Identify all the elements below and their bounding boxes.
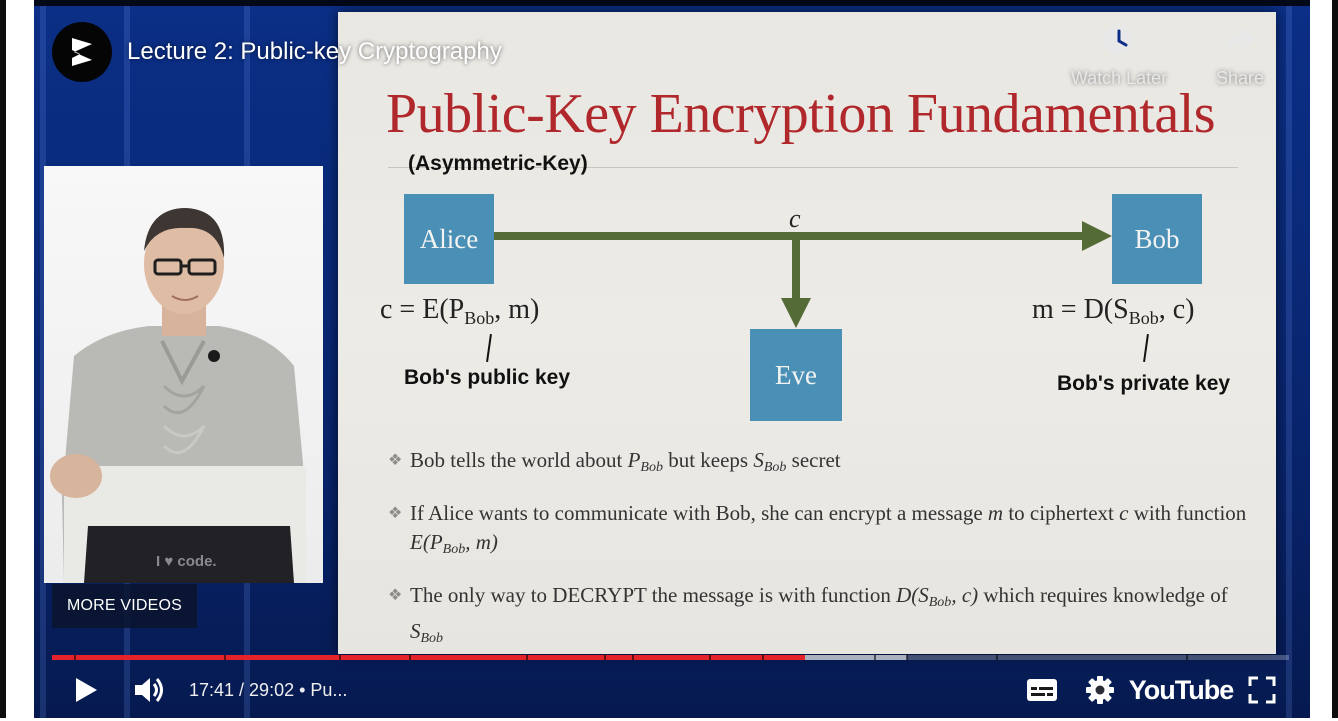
bullet-item: ❖ Bob tells the world about PBob but kee… (388, 448, 841, 475)
settings-button[interactable] (1082, 672, 1118, 708)
progress-bar[interactable] (52, 655, 1289, 660)
fullscreen-button[interactable] (1244, 672, 1280, 708)
ciphertext-label: c (789, 204, 801, 233)
watch-later-label: Watch Later (1070, 68, 1168, 88)
play-icon (76, 678, 97, 702)
eve-node: Eve (750, 329, 842, 421)
more-videos-button[interactable]: MORE VIDEOS (52, 584, 197, 628)
page-left-margin (0, 0, 34, 721)
bullet-marker-icon: ❖ (388, 587, 403, 604)
play-button[interactable] (66, 672, 106, 708)
slide-bullet-list: ❖ Bob tells the world about PBob but kee… (388, 446, 1248, 670)
encrypt-formula: c = E(PBob, m) (380, 294, 540, 328)
watch-later-button[interactable]: Watch Later (1062, 20, 1176, 89)
presenter-figure: I ♥ code. (50, 208, 306, 583)
subtitles-button[interactable] (1022, 674, 1062, 706)
clock-icon (1102, 20, 1136, 60)
time-display: 17:41 / 29:02 • Pu... (189, 680, 348, 700)
page-right-margin (1310, 0, 1338, 721)
video-player[interactable]: Public-Key Encryption Fundamentals (Asym… (0, 0, 1338, 721)
volume-button[interactable] (130, 672, 170, 708)
progress-played (52, 655, 806, 660)
bullet-marker-icon: ❖ (388, 505, 403, 522)
bob-node: Bob (1112, 194, 1202, 284)
share-arrow-icon (1223, 20, 1257, 60)
channel-logo-icon[interactable] (52, 22, 112, 82)
bullet-item: ❖ The only way to DECRYPT the message is… (388, 583, 1228, 646)
private-key-annotation: Bob's private key (1057, 372, 1231, 395)
bullet-marker-icon: ❖ (388, 452, 403, 469)
decrypt-formula: m = D(SBob, c) (1032, 294, 1195, 328)
presenter-camera-view: I ♥ code. (44, 166, 323, 583)
share-button[interactable]: Share (1208, 20, 1272, 89)
settings-gear-icon (1086, 676, 1114, 704)
video-title-link[interactable]: Lecture 2: Public-key Cryptography (127, 38, 502, 66)
lecture-slide: Public-Key Encryption Fundamentals (Asym… (338, 12, 1276, 654)
volume-icon (135, 678, 163, 702)
public-key-annotation: Bob's public key (404, 366, 571, 389)
player-controls: 17:41 / 29:02 • Pu... YouTube (34, 662, 1310, 718)
share-label: Share (1215, 68, 1265, 88)
youtube-logo-button[interactable]: YouTube (1129, 672, 1234, 708)
subtitles-icon (1027, 679, 1057, 701)
laptop-sticker: I ♥ code. (156, 553, 217, 570)
bullet-item: ❖ If Alice wants to communicate with Bob… (388, 501, 1247, 557)
fullscreen-icon (1248, 676, 1276, 704)
alice-node: Alice (404, 194, 494, 284)
